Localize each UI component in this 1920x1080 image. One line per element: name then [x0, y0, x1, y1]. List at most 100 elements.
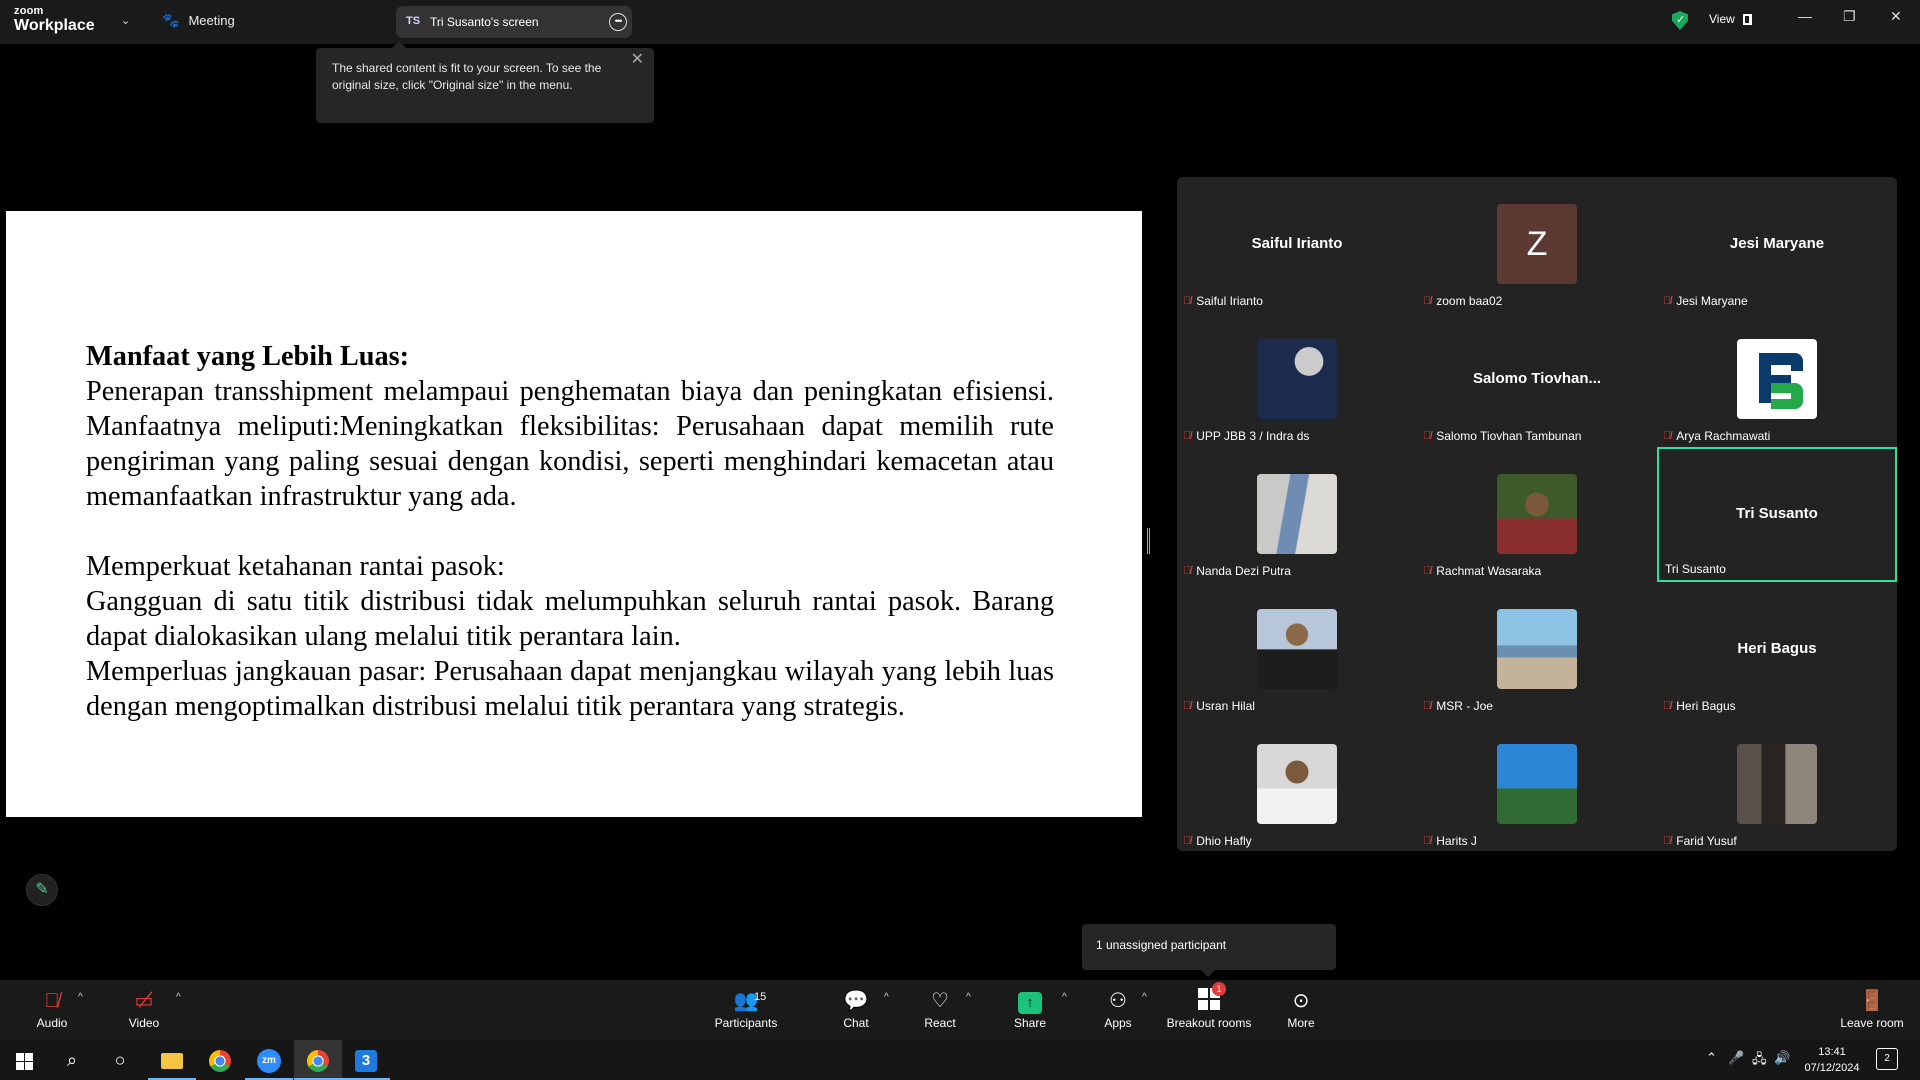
muted-mic-icon: 🎙̸ [1663, 295, 1672, 307]
view-menu[interactable]: View [1709, 12, 1752, 26]
fit-to-screen-tooltip: The shared content is fit to your screen… [316, 41, 654, 123]
slide-paragraph: Penerapan transshipment melampaui penghe… [86, 376, 1054, 512]
more-label: More [1287, 1016, 1315, 1030]
security-shield-icon[interactable]: ✓ [1672, 11, 1688, 30]
participant-display-name: Heri Bagus [1737, 640, 1817, 657]
chat-options-caret-icon[interactable]: ^ [884, 992, 889, 1003]
participants-icon: 👥 15 [706, 988, 786, 1014]
participant-display-name: Saiful Irianto [1251, 235, 1343, 252]
clock-time: 13:41 [1818, 1046, 1846, 1058]
participant-tile[interactable]: Jesi Maryane 🎙̸ Jesi Maryane [1657, 177, 1897, 312]
participants-button[interactable]: 👥 15 Participants [706, 988, 786, 1030]
participant-name: UPP JBB 3 / Indra ds [1196, 429, 1310, 443]
participant-tile[interactable]: 🎙̸ MSR - Joe [1417, 582, 1657, 717]
volume-icon[interactable]: 🔊 [1774, 1050, 1790, 1066]
taskbar-file-explorer[interactable] [148, 1040, 196, 1080]
slide-text: Manfaat yang Lebih Luas: Penerapan trans… [86, 339, 1054, 724]
tray-chevron-icon[interactable]: ⌃ [1706, 1050, 1717, 1066]
search-button[interactable]: ⌕ [48, 1040, 96, 1080]
annotate-pencil-icon[interactable]: ✎ [26, 874, 58, 906]
restore-icon[interactable]: ❐ [1843, 8, 1856, 25]
unassigned-participant-popover[interactable]: 1 unassigned participant [1082, 924, 1336, 977]
muted-mic-icon: 🎙̸ [1663, 835, 1672, 847]
participant-name: Heri Bagus [1676, 699, 1736, 713]
more-button[interactable]: ⊙ More [1261, 988, 1341, 1030]
leave-room-button[interactable]: 🚪 Leave room [1832, 988, 1912, 1030]
screen-owner-label: Tri Susanto's screen [430, 15, 539, 29]
breakout-badge: 1 [1212, 982, 1226, 996]
muted-mic-icon: 🎙̸ [1183, 295, 1192, 307]
react-label: React [924, 1016, 956, 1030]
participant-name: Salomo Tiovhan Tambunan [1436, 429, 1582, 443]
logo-brand-bottom: Workplace [14, 17, 95, 34]
microphone-tray-icon[interactable]: 🎤 [1728, 1050, 1744, 1066]
participant-tile[interactable]: 🎙̸ Harits J [1417, 717, 1657, 852]
taskbar-zoom[interactable]: zm [245, 1040, 293, 1080]
taskbar-chrome-profile[interactable] [294, 1040, 342, 1080]
slide-paragraph: Gangguan di satu titik distribusi tidak … [86, 586, 1054, 652]
participant-name: Rachmat Wasaraka [1436, 564, 1542, 578]
participant-tile[interactable]: Saiful Irianto 🎙̸ Saiful Irianto [1177, 177, 1417, 312]
participant-tile[interactable]: Z 🎙̸ zoom baa02 [1417, 177, 1657, 312]
share-options-caret-icon[interactable]: ^ [1062, 992, 1067, 1003]
meeting-label: Meeting [188, 13, 235, 28]
participant-name-label: Tri Susanto [1665, 562, 1726, 576]
muted-mic-icon: 🎙̸ [1423, 835, 1432, 847]
participant-tile[interactable]: 🎙̸ Rachmat Wasaraka [1417, 447, 1657, 582]
participant-tile[interactable]: Salomo Tiovhan... 🎙̸ Salomo Tiovhan Tambu… [1417, 312, 1657, 447]
participant-name: Arya Rachmawati [1676, 429, 1771, 443]
participant-name-label: 🎙̸ MSR - Joe [1423, 699, 1493, 713]
panel-resize-handle[interactable] [1147, 528, 1150, 554]
taskbar-chrome[interactable] [196, 1040, 244, 1080]
participant-gallery: Saiful Irianto 🎙̸ Saiful Irianto Z 🎙̸ zoom… [1177, 177, 1897, 851]
breakout-rooms-label: Breakout rooms [1166, 1016, 1252, 1030]
breakout-rooms-button[interactable]: 1 Breakout rooms [1159, 982, 1259, 1030]
participant-tile[interactable]: 🎙̸ Usran Hilal [1177, 582, 1417, 717]
chevron-down-icon[interactable]: ⌄ [121, 14, 130, 27]
participant-name-label: 🎙̸ Rachmat Wasaraka [1423, 564, 1541, 578]
video-label: Video [128, 1016, 160, 1030]
notification-center-icon[interactable]: 2 [1876, 1048, 1898, 1070]
avatar [1737, 744, 1817, 824]
participant-tile[interactable]: 🎙̸ Dhio Hafly [1177, 717, 1417, 852]
shared-screen-pill[interactable]: TS Tri Susanto's screen ••• [396, 6, 632, 38]
muted-mic-icon: 🎙̸ [1423, 430, 1432, 442]
video-button[interactable]: ▭̸ Video [104, 988, 184, 1030]
app-3-icon: 3 [355, 1050, 377, 1073]
apps-options-caret-icon[interactable]: ^ [1142, 992, 1147, 1003]
avatar [1497, 744, 1577, 824]
network-icon[interactable]: 🖧 [1752, 1050, 1767, 1072]
share-label: Share [1013, 1016, 1047, 1030]
participant-tile[interactable]: 🎙̸ UPP JBB 3 / Indra ds [1177, 312, 1417, 447]
participant-name-label: 🎙̸ Jesi Maryane [1663, 294, 1748, 308]
participant-name-label: 🎙̸ Usran Hilal [1183, 699, 1255, 713]
meeting-toolbar: 🎙̸ Audio ^ ▭̸ Video ^ 👥 15 Participants 💬… [0, 980, 1920, 1040]
paw-icon: 🐾 [162, 12, 180, 28]
meeting-menu[interactable]: 🐾 Meeting [162, 12, 235, 29]
taskbar-clock[interactable]: 13:41 07/12/2024 [1800, 1044, 1864, 1076]
share-button[interactable]: ↑ Share [990, 988, 1070, 1030]
muted-mic-icon: 🎙̸ [1183, 430, 1192, 442]
more-options-icon[interactable]: ••• [609, 13, 627, 31]
cortana-button[interactable]: ○ [96, 1040, 144, 1080]
muted-mic-icon: 🎙̸ [1423, 295, 1432, 307]
breakout-rooms-icon: 1 [1198, 982, 1226, 1010]
search-icon: ⌕ [66, 1050, 78, 1070]
participant-tile[interactable]: Heri Bagus 🎙̸ Heri Bagus [1657, 582, 1897, 717]
zoom-workplace-logo[interactable]: zoom Workplace [14, 6, 95, 34]
start-button[interactable] [0, 1040, 48, 1080]
tooltip-close-icon[interactable]: ✕ [631, 51, 644, 68]
muted-mic-icon: 🎙̸ [1183, 700, 1192, 712]
close-icon[interactable]: ✕ [1890, 8, 1902, 25]
participant-tile[interactable]: 🎙̸ Nanda Dezi Putra [1177, 447, 1417, 582]
unassigned-text: 1 unassigned participant [1096, 938, 1227, 952]
react-options-caret-icon[interactable]: ^ [966, 992, 971, 1003]
participant-name-label: 🎙̸ Nanda Dezi Putra [1183, 564, 1291, 578]
audio-options-caret-icon[interactable]: ^ [78, 992, 83, 1003]
video-options-caret-icon[interactable]: ^ [176, 992, 181, 1003]
participant-tile[interactable]: 🎙̸ Arya Rachmawati [1657, 312, 1897, 447]
participant-tile[interactable]: 🎙̸ Farid Yusuf [1657, 717, 1897, 852]
minimize-icon[interactable]: — [1798, 8, 1812, 24]
taskbar-pinned-app[interactable]: 3 [342, 1040, 390, 1080]
participant-tile-active-speaker[interactable]: Tri Susanto Tri Susanto [1657, 447, 1897, 582]
